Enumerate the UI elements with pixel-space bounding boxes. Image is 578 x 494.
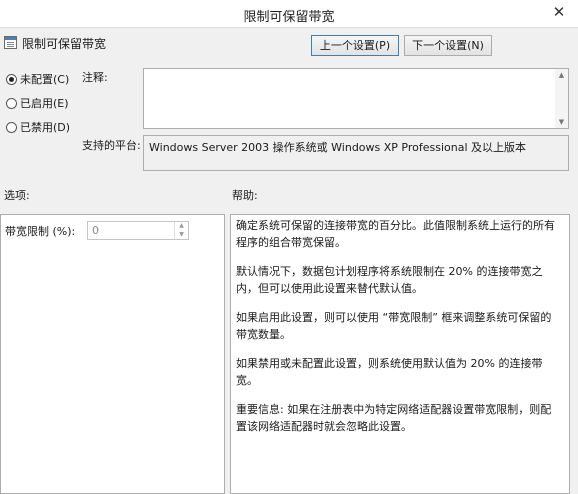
scroll-down-icon[interactable]: ▼ bbox=[555, 118, 568, 126]
policy-setting-icon bbox=[4, 36, 17, 49]
window-title: 限制可保留带宽 bbox=[243, 10, 335, 25]
supported-platform-field: Windows Server 2003 操作系统或 Windows XP Pro… bbox=[143, 135, 569, 171]
bandwidth-limit-value[interactable]: 0 bbox=[92, 224, 99, 237]
radio-disabled[interactable]: 已禁用(D) bbox=[6, 119, 70, 135]
comment-label: 注释: bbox=[82, 71, 108, 84]
radio-button[interactable] bbox=[6, 97, 17, 109]
help-paragraph: 如果启用此设置，则可以使用 “带宽限制” 框来调整系统可保留的带宽数量。 bbox=[236, 311, 552, 341]
comment-scrollbar[interactable]: ▲ ▼ bbox=[555, 69, 568, 128]
help-paragraph: 重要信息: 如果在注册表中为特定网络适配器设置带宽限制，则配置该网络适配器时就会… bbox=[236, 403, 552, 433]
help-text: 确定系统可保留的连接带宽的百分比。此值限制系统上运行的所有程序的组合带宽保留。 … bbox=[231, 215, 569, 435]
platform-label: 支持的平台: bbox=[82, 139, 141, 152]
radio-button[interactable] bbox=[6, 121, 17, 133]
help-paragraph: 默认情况下，数据包计划程序将系统限制在 20% 的连接带宽之内，但可以使用此设置… bbox=[236, 265, 543, 295]
help-paragraph: 如果禁用或未配置此设置，则系统使用默认值为 20% 的连接带宽。 bbox=[236, 357, 543, 387]
options-section-label: 选项: bbox=[4, 189, 30, 202]
spin-down-icon[interactable]: ▼ bbox=[175, 231, 188, 239]
help-paragraph: 确定系统可保留的连接带宽的百分比。此值限制系统上运行的所有程序的组合带宽保留。 bbox=[236, 219, 555, 249]
close-button[interactable]: ✕ bbox=[546, 1, 572, 23]
radio-not-configured[interactable]: 未配置(C) bbox=[6, 71, 69, 87]
previous-setting-button[interactable]: 上一个设置(P) bbox=[311, 35, 399, 56]
help-pane: 确定系统可保留的连接带宽的百分比。此值限制系统上运行的所有程序的组合带宽保留。 … bbox=[230, 214, 570, 494]
title-bar: 限制可保留带宽 ✕ bbox=[0, 0, 578, 28]
radio-label: 已禁用(D) bbox=[20, 121, 71, 134]
help-section-label: 帮助: bbox=[232, 189, 258, 202]
bandwidth-limit-label: 带宽限制 (%): bbox=[5, 225, 76, 238]
spin-up-icon[interactable]: ▲ bbox=[175, 222, 188, 230]
radio-button[interactable] bbox=[6, 73, 17, 85]
options-pane: 带宽限制 (%): 0 ▲ ▼ bbox=[0, 214, 225, 494]
policy-name: 限制可保留带宽 bbox=[22, 37, 107, 51]
comment-textarea[interactable]: ▲ ▼ bbox=[143, 68, 569, 129]
next-setting-button[interactable]: 下一个设置(N) bbox=[404, 35, 492, 56]
scroll-up-icon[interactable]: ▲ bbox=[555, 71, 568, 79]
radio-label: 未配置(C) bbox=[20, 73, 70, 86]
bandwidth-limit-spinner[interactable]: 0 ▲ ▼ bbox=[87, 221, 189, 240]
radio-enabled[interactable]: 已启用(E) bbox=[6, 95, 69, 111]
radio-label: 已启用(E) bbox=[20, 97, 69, 110]
